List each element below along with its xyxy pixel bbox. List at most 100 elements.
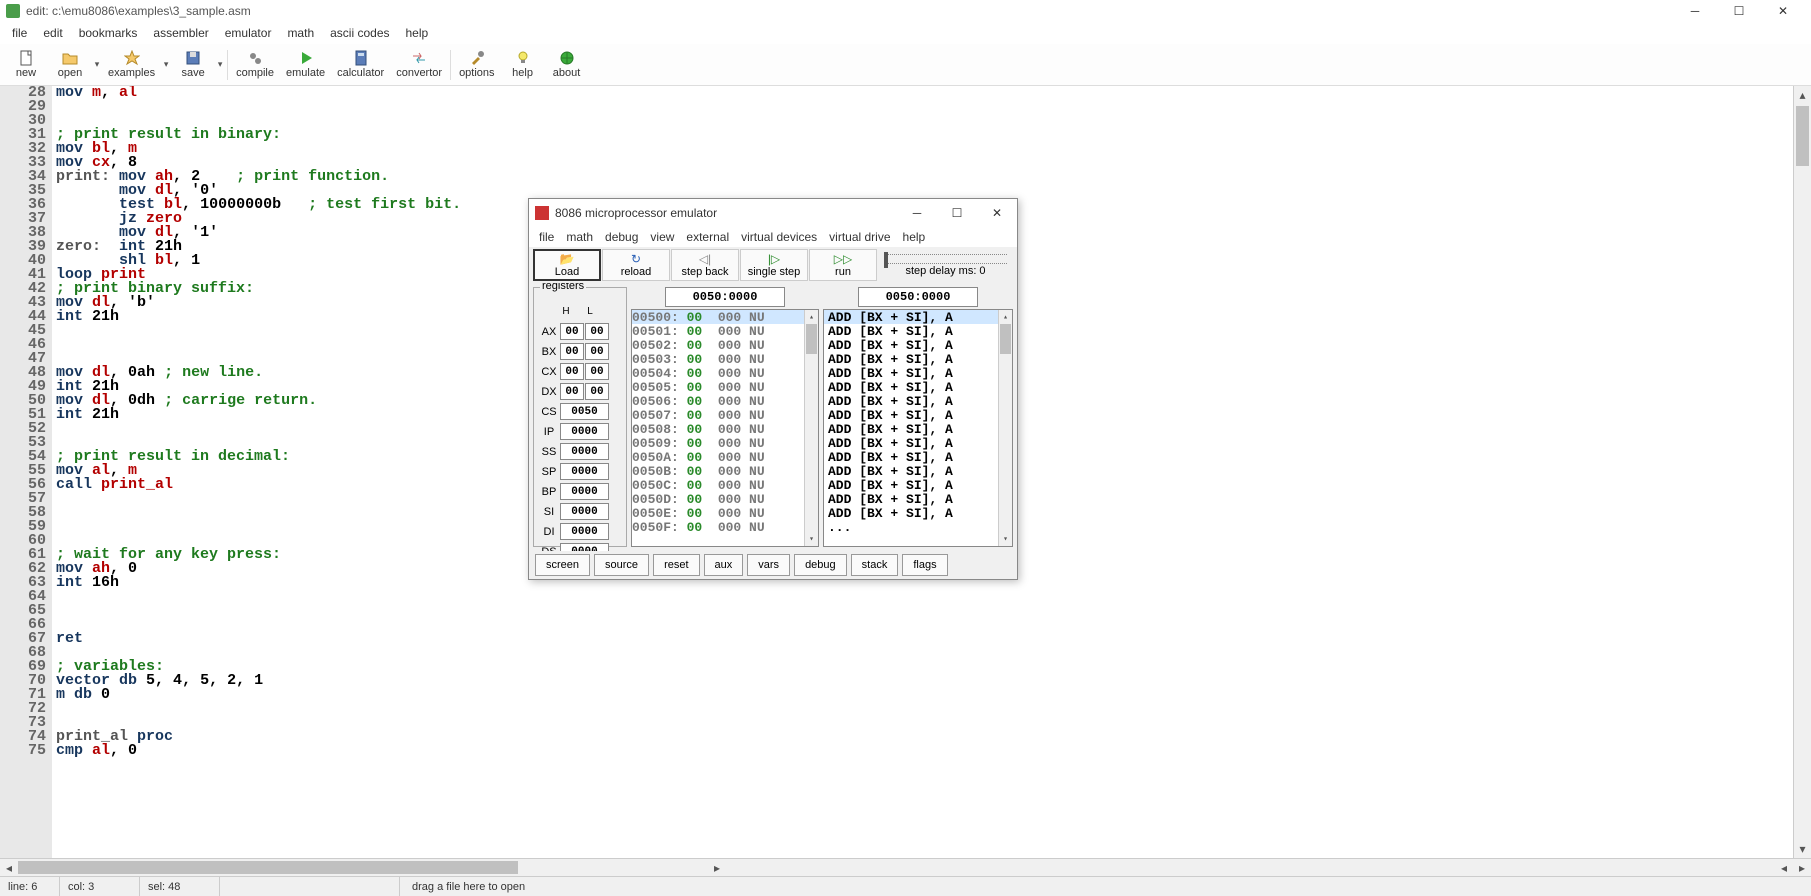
disasm-row[interactable]: ADD [BX + SI], A [824, 394, 998, 408]
disasm-address-input[interactable]: 0050:0000 [858, 287, 978, 307]
memory-row[interactable]: 00500: 00 000 NU [632, 310, 804, 324]
memory-row[interactable]: 0050A: 00 000 NU [632, 450, 804, 464]
memory-row[interactable]: 0050E: 00 000 NU [632, 506, 804, 520]
reg-BX-h[interactable] [560, 343, 584, 360]
disasm-row[interactable]: ADD [BX + SI], A [824, 450, 998, 464]
reg-AX-h[interactable] [560, 323, 584, 340]
menu-edit[interactable]: edit [35, 24, 70, 42]
emu-reset-button[interactable]: reset [653, 554, 699, 576]
minimize-button[interactable]: ─ [1673, 0, 1717, 22]
emu-stack-button[interactable]: stack [851, 554, 899, 576]
disasm-row[interactable]: ADD [BX + SI], A [824, 492, 998, 506]
disasm-row[interactable]: ADD [BX + SI], A [824, 338, 998, 352]
convertor-button[interactable]: convertor [390, 46, 448, 84]
menu-ascii-codes[interactable]: ascii codes [322, 24, 397, 42]
reg-CX-l[interactable] [585, 363, 609, 380]
memory-row[interactable]: 00506: 00 000 NU [632, 394, 804, 408]
emu-menu-debug[interactable]: debug [599, 229, 644, 245]
reg-IP[interactable] [560, 423, 609, 440]
scroll-right2-icon[interactable]: ▸ [1793, 859, 1811, 876]
reg-DX-h[interactable] [560, 383, 584, 400]
menu-math[interactable]: math [279, 24, 322, 42]
memory-row[interactable]: 0050F: 00 000 NU [632, 520, 804, 534]
calculator-button[interactable]: calculator [331, 46, 390, 84]
disasm-row[interactable]: ADD [BX + SI], A [824, 352, 998, 366]
scroll-thumb[interactable] [1796, 106, 1809, 166]
memory-row[interactable]: 00503: 00 000 NU [632, 352, 804, 366]
emu-menu-view[interactable]: view [644, 229, 680, 245]
memory-list[interactable]: 00500: 00 000 NU00501: 00 000 NU00502: 0… [631, 309, 819, 547]
options-button[interactable]: options [453, 46, 500, 84]
disasm-row[interactable]: ADD [BX + SI], A [824, 380, 998, 394]
reg-AX-l[interactable] [585, 323, 609, 340]
memory-row[interactable]: 0050D: 00 000 NU [632, 492, 804, 506]
open-button[interactable]: open [48, 46, 92, 84]
emu-maximize-button[interactable]: ☐ [937, 199, 977, 227]
emu-run-button[interactable]: ▷▷run [809, 249, 877, 281]
emu-minimize-button[interactable]: ─ [897, 199, 937, 227]
disasm-scrollbar[interactable]: ▴ ▾ [998, 310, 1012, 546]
emu-load-button[interactable]: 📂Load [533, 249, 601, 281]
examples-dropdown-arrow[interactable]: ▾ [161, 46, 171, 84]
emulator-title-bar[interactable]: 8086 microprocessor emulator ─ ☐ ✕ [529, 199, 1017, 227]
help-button[interactable]: help [501, 46, 545, 84]
disasm-row[interactable]: ADD [BX + SI], A [824, 436, 998, 450]
emu-menu-external[interactable]: external [680, 229, 735, 245]
reg-SP[interactable] [560, 463, 609, 480]
memory-scrollbar[interactable]: ▴ ▾ [804, 310, 818, 546]
horizontal-scrollbar[interactable]: ◂ ▸ ◂ ▸ [0, 858, 1811, 876]
reg-DS[interactable] [560, 543, 609, 551]
reg-SS[interactable] [560, 443, 609, 460]
emulate-button[interactable]: emulate [280, 46, 331, 84]
disasm-row[interactable]: ... [824, 520, 998, 534]
reg-BP[interactable] [560, 483, 609, 500]
emu-menu-math[interactable]: math [560, 229, 599, 245]
emu-menu-file[interactable]: file [533, 229, 560, 245]
memory-row[interactable]: 00501: 00 000 NU [632, 324, 804, 338]
menu-help[interactable]: help [398, 24, 437, 42]
emu-debug-button[interactable]: debug [794, 554, 847, 576]
save-dropdown-arrow[interactable]: ▾ [215, 46, 225, 84]
emu-reload-button[interactable]: ↻reload [602, 249, 670, 281]
open-dropdown-arrow[interactable]: ▾ [92, 46, 102, 84]
memory-row[interactable]: 0050B: 00 000 NU [632, 464, 804, 478]
emu-source-button[interactable]: source [594, 554, 649, 576]
examples-button[interactable]: examples [102, 46, 161, 84]
save-button[interactable]: save [171, 46, 215, 84]
reg-DX-l[interactable] [585, 383, 609, 400]
hscroll-thumb[interactable] [18, 861, 518, 874]
disasm-row[interactable]: ADD [BX + SI], A [824, 506, 998, 520]
compile-button[interactable]: compile [230, 46, 280, 84]
memory-address-input[interactable]: 0050:0000 [665, 287, 785, 307]
emu-close-button[interactable]: ✕ [977, 199, 1017, 227]
about-button[interactable]: about [545, 46, 589, 84]
menu-bookmarks[interactable]: bookmarks [71, 24, 146, 42]
memory-row[interactable]: 00509: 00 000 NU [632, 436, 804, 450]
vertical-scrollbar[interactable]: ▴ ▾ [1793, 86, 1811, 858]
scroll-left2-icon[interactable]: ◂ [1775, 859, 1793, 876]
disasm-row[interactable]: ADD [BX + SI], A [824, 366, 998, 380]
disasm-row[interactable]: ADD [BX + SI], A [824, 478, 998, 492]
step-delay-slider[interactable]: step delay ms: 0 [878, 254, 1013, 277]
scroll-down-icon[interactable]: ▾ [1794, 840, 1811, 858]
reg-CX-h[interactable] [560, 363, 584, 380]
menu-emulator[interactable]: emulator [217, 24, 280, 42]
menu-file[interactable]: file [4, 24, 35, 42]
disasm-row[interactable]: ADD [BX + SI], A [824, 324, 998, 338]
close-button[interactable]: ✕ [1761, 0, 1805, 22]
memory-row[interactable]: 00508: 00 000 NU [632, 422, 804, 436]
reg-BX-l[interactable] [585, 343, 609, 360]
emu-menu-help[interactable]: help [897, 229, 932, 245]
scroll-left-icon[interactable]: ◂ [0, 859, 18, 876]
emu-flags-button[interactable]: flags [902, 554, 947, 576]
emu-stepback-button[interactable]: ◁|step back [671, 249, 739, 281]
disasm-row[interactable]: ADD [BX + SI], A [824, 464, 998, 478]
disasm-row[interactable]: ADD [BX + SI], A [824, 408, 998, 422]
reg-CS[interactable] [560, 403, 609, 420]
new-button[interactable]: new [4, 46, 48, 84]
memory-row[interactable]: 00507: 00 000 NU [632, 408, 804, 422]
menu-assembler[interactable]: assembler [145, 24, 216, 42]
memory-row[interactable]: 00505: 00 000 NU [632, 380, 804, 394]
emu-vars-button[interactable]: vars [747, 554, 790, 576]
memory-row[interactable]: 00504: 00 000 NU [632, 366, 804, 380]
